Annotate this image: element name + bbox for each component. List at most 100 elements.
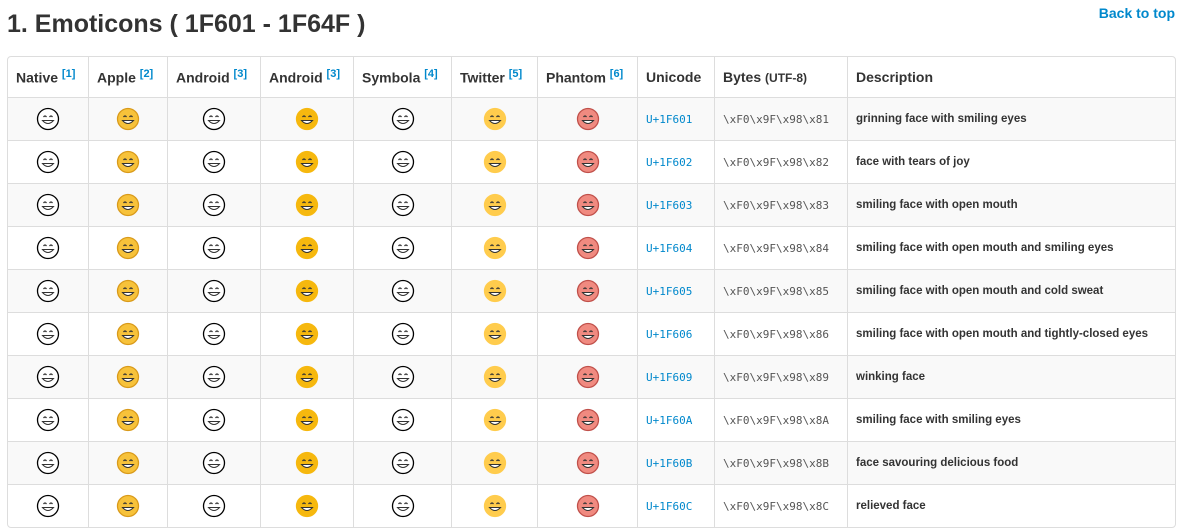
- emoji-cell: [537, 269, 637, 312]
- emoji-face-icon: [483, 107, 506, 131]
- emoji-cell: [8, 140, 88, 183]
- table-row: U+1F602 \xF0\x9F\x98\x82 face with tears o…: [8, 140, 1175, 183]
- emoji-cell: [8, 269, 88, 312]
- emoji-face-icon: [483, 150, 506, 174]
- reference-link[interactable]: [5]: [509, 68, 522, 80]
- column-label: Android: [269, 69, 323, 86]
- emoji-cell: [537, 484, 637, 527]
- table-row: U+1F601 \xF0\x9F\x98\x81 grinning face wit…: [8, 97, 1175, 140]
- emoji-face-icon: [483, 408, 506, 432]
- reference-link[interactable]: [1]: [62, 68, 75, 80]
- emoji-cell: [353, 183, 451, 226]
- emoji-cell: [8, 312, 88, 355]
- emoji-cell: [451, 269, 537, 312]
- unicode-link[interactable]: U+1F609: [646, 371, 692, 384]
- emoji-cell: [353, 269, 451, 312]
- emoji-face-icon: [116, 107, 140, 131]
- unicode-link[interactable]: U+1F60A: [646, 414, 692, 427]
- emoji-cell: [353, 97, 451, 140]
- unicode-link[interactable]: U+1F603: [646, 199, 692, 212]
- unicode-link[interactable]: U+1F601: [646, 113, 692, 126]
- emoji-cell: [88, 312, 167, 355]
- emoji-face-icon: [483, 279, 506, 303]
- column-header: Phantom [6]: [537, 57, 637, 97]
- emoji-cell: [353, 441, 451, 484]
- bytes-cell: \xF0\x9F\x98\x83: [714, 183, 847, 226]
- reference-link[interactable]: [6]: [610, 68, 623, 80]
- emoji-cell: [167, 398, 260, 441]
- reference-link[interactable]: [3]: [327, 68, 340, 80]
- emoji-face-icon: [391, 279, 414, 303]
- emoji-face-icon: [391, 150, 414, 174]
- emoji-cell: [260, 312, 353, 355]
- emoji-cell: [167, 441, 260, 484]
- unicode-link[interactable]: U+1F60B: [646, 457, 692, 470]
- emoji-cell: [353, 484, 451, 527]
- emoji-face-icon: [202, 322, 226, 346]
- emoji-cell: [260, 441, 353, 484]
- bytes-cell: \xF0\x9F\x98\x86: [714, 312, 847, 355]
- emoji-cell: [260, 484, 353, 527]
- emoji-cell: [537, 226, 637, 269]
- emoji-face-icon: [295, 279, 319, 303]
- column-header: Native [1]: [8, 57, 88, 97]
- column-header: Bytes (UTF-8): [714, 57, 847, 97]
- emoji-face-icon: [295, 193, 319, 217]
- emoji-cell: [8, 183, 88, 226]
- column-label: Unicode: [646, 69, 702, 85]
- emoji-cell: [451, 97, 537, 140]
- unicode-link[interactable]: U+1F602: [646, 156, 692, 169]
- emoji-face-icon: [116, 408, 140, 432]
- emoji-face-icon: [36, 107, 60, 131]
- column-header: Android [3]: [260, 57, 353, 97]
- unicode-link[interactable]: U+1F605: [646, 285, 692, 298]
- emoji-cell: [88, 226, 167, 269]
- emoji-face-icon: [483, 365, 506, 389]
- emoji-face-icon: [295, 494, 319, 518]
- emoji-cell: [451, 140, 537, 183]
- emoji-face-icon: [391, 236, 414, 260]
- emoji-face-icon: [202, 408, 226, 432]
- emoji-face-icon: [576, 193, 599, 217]
- column-header: Apple [2]: [88, 57, 167, 97]
- reference-link[interactable]: [2]: [140, 68, 153, 80]
- reference-link[interactable]: [4]: [424, 68, 437, 80]
- emoji-face-icon: [391, 322, 414, 346]
- emoji-cell: [451, 226, 537, 269]
- bytes-cell: \xF0\x9F\x98\x8C: [714, 484, 847, 527]
- reference-link[interactable]: [3]: [234, 68, 247, 80]
- emoji-cell: [167, 183, 260, 226]
- emoji-cell: [8, 398, 88, 441]
- column-label: Bytes: [723, 69, 762, 85]
- emoji-face-icon: [116, 365, 140, 389]
- column-label: Native: [16, 69, 59, 86]
- emoji-face-icon: [576, 322, 599, 346]
- description-cell: face savouring delicious food: [847, 441, 1175, 484]
- unicode-cell: U+1F604: [637, 226, 714, 269]
- emoji-cell: [88, 183, 167, 226]
- emoji-cell: [260, 355, 353, 398]
- emoji-face-icon: [295, 365, 319, 389]
- emoji-face-icon: [202, 365, 226, 389]
- emoji-face-icon: [295, 322, 319, 346]
- back-to-top-link[interactable]: Back to top: [1099, 5, 1175, 21]
- emoji-face-icon: [116, 451, 140, 475]
- table-row: U+1F603 \xF0\x9F\x98\x83 smiling face with…: [8, 183, 1175, 226]
- bytes-cell: \xF0\x9F\x98\x8B: [714, 441, 847, 484]
- emoji-cell: [353, 226, 451, 269]
- unicode-link[interactable]: U+1F606: [646, 328, 692, 341]
- column-label: Android: [176, 69, 230, 86]
- column-label: Symbola: [362, 69, 421, 86]
- emoji-face-icon: [576, 408, 599, 432]
- emoji-face-icon: [576, 451, 599, 475]
- table-row: U+1F609 \xF0\x9F\x98\x89 winking face: [8, 355, 1175, 398]
- unicode-cell: U+1F603: [637, 183, 714, 226]
- emoji-cell: [353, 312, 451, 355]
- unicode-link[interactable]: U+1F604: [646, 242, 692, 255]
- table-row: U+1F60B \xF0\x9F\x98\x8B face savouring de…: [8, 441, 1175, 484]
- description-cell: smiling face with open mouth and tightly…: [847, 312, 1175, 355]
- emoji-cell: [353, 398, 451, 441]
- emoji-cell: [537, 140, 637, 183]
- unicode-link[interactable]: U+1F60C: [646, 500, 692, 513]
- emoji-face-icon: [391, 107, 414, 131]
